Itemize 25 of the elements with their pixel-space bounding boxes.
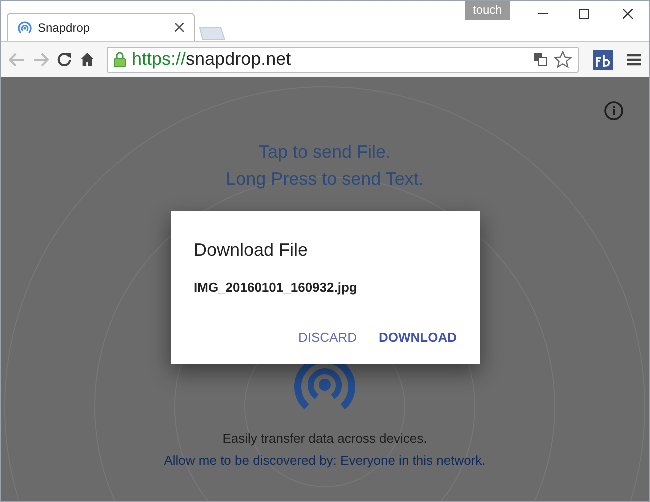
instruction-text: Tap to send File. bbox=[258, 141, 392, 164]
close-icon[interactable] bbox=[175, 23, 184, 32]
close-icon[interactable] bbox=[623, 9, 633, 19]
lock-icon bbox=[114, 52, 126, 67]
file-name: IMG_20160101_160932.jpg bbox=[194, 279, 358, 297]
tagline-text: Easily transfer data across devices. bbox=[222, 430, 428, 448]
home-icon[interactable] bbox=[80, 52, 95, 67]
info-icon[interactable] bbox=[604, 101, 624, 121]
tab-title: Snapdrop bbox=[38, 20, 92, 36]
minimize-icon[interactable] bbox=[538, 13, 548, 15]
browser-tab[interactable]: Snapdrop bbox=[7, 13, 195, 41]
reload-icon[interactable] bbox=[57, 52, 72, 67]
signal-icon bbox=[18, 20, 32, 34]
star-icon[interactable] bbox=[554, 50, 572, 68]
translate-icon[interactable] bbox=[533, 52, 548, 67]
touch-label: touch bbox=[465, 1, 510, 20]
maximize-icon[interactable] bbox=[579, 9, 589, 19]
address-bar[interactable]: https://snapdrop.net bbox=[107, 46, 579, 72]
dialog-title: Download File bbox=[194, 239, 310, 262]
instruction-text: Long Press to send Text. bbox=[226, 168, 424, 191]
discard-button[interactable]: DISCARD bbox=[298, 328, 357, 347]
menu-icon[interactable] bbox=[627, 54, 641, 66]
download-button[interactable]: DOWNLOAD bbox=[379, 328, 457, 347]
extension-icon[interactable] bbox=[593, 50, 613, 70]
url-text: https://snapdrop.net bbox=[132, 48, 292, 71]
